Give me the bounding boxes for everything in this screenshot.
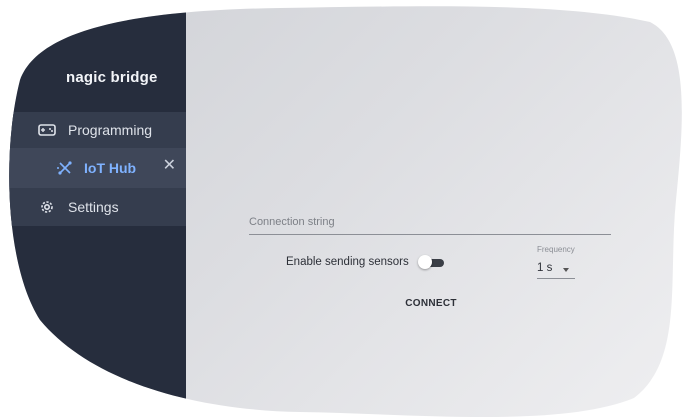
connect-button[interactable]: CONNECT xyxy=(398,294,464,314)
close-icon[interactable]: ✕ xyxy=(163,158,176,174)
sidebar-item-settings[interactable]: Settings xyxy=(0,188,186,226)
sidebar-nav: Programming IoT Hub ✕ Settings xyxy=(0,112,186,226)
connection-string-placeholder: Connection string xyxy=(249,216,335,228)
frequency-select[interactable]: 1 s xyxy=(537,258,575,279)
enable-sensors-toggle[interactable] xyxy=(418,257,444,269)
enable-sensors-label: Enable sending sensors xyxy=(286,256,409,268)
brand-logo: nagic bridge xyxy=(66,69,158,86)
chevron-down-icon xyxy=(563,268,569,272)
iot-hub-icon xyxy=(56,159,74,177)
sidebar-item-iot-hub[interactable]: IoT Hub ✕ xyxy=(0,148,186,188)
sidebar-item-programming[interactable]: Programming xyxy=(0,112,186,148)
frequency-label: Frequency xyxy=(537,245,575,254)
sidebar-item-label: IoT Hub xyxy=(84,160,137,176)
app-window: nagic bridge Programming IoT Hub ✕ Setti… xyxy=(0,0,682,417)
sidebar-item-label: Settings xyxy=(68,199,119,215)
frequency-value: 1 s xyxy=(537,262,553,274)
gamepad-icon xyxy=(38,121,56,139)
connection-string-input[interactable]: Connection string xyxy=(249,212,611,235)
sidebar-item-label: Programming xyxy=(68,122,153,138)
toggle-thumb xyxy=(418,255,432,269)
sidebar: nagic bridge Programming IoT Hub ✕ Setti… xyxy=(0,0,186,417)
gear-icon xyxy=(38,198,56,216)
